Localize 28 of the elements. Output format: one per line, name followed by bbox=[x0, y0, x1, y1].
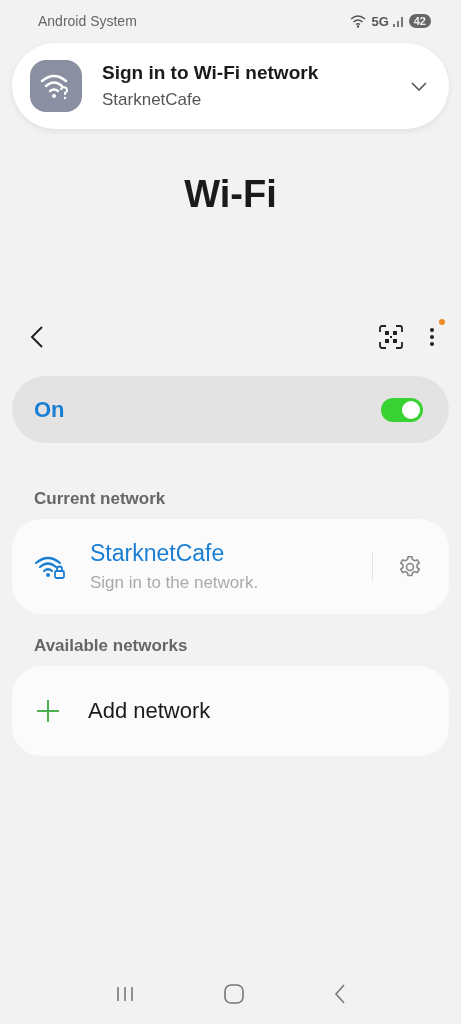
notification-card[interactable]: Sign in to Wi-Fi network StarknetCafe bbox=[12, 43, 449, 129]
home-icon bbox=[224, 984, 245, 1004]
network-name: StarknetCafe bbox=[90, 540, 226, 567]
home-button[interactable] bbox=[222, 982, 247, 1006]
section-heading: Current network bbox=[34, 489, 167, 509]
section-heading: Available networks bbox=[34, 636, 189, 656]
network-status: Sign in to the network. bbox=[90, 573, 260, 593]
notification-source: Android System bbox=[38, 13, 137, 29]
network-type: 5G bbox=[371, 13, 389, 29]
back-icon bbox=[334, 984, 347, 1004]
add-network-row[interactable]: Add network bbox=[12, 666, 449, 756]
notification-title: Sign in to Wi-Fi network bbox=[102, 62, 320, 84]
back-icon bbox=[30, 325, 44, 349]
switch-label: On bbox=[34, 396, 65, 423]
notification-subtitle: StarknetCafe bbox=[102, 90, 203, 110]
toggle-switch[interactable] bbox=[381, 397, 423, 422]
add-network-label: Add network bbox=[88, 698, 211, 724]
signal-icon bbox=[391, 15, 406, 27]
plus-icon bbox=[36, 699, 60, 723]
qr-code-icon bbox=[379, 325, 403, 349]
wifi-question-icon bbox=[30, 60, 82, 112]
recents-icon bbox=[114, 986, 135, 1002]
more-icon bbox=[429, 327, 435, 347]
battery-level: 42 bbox=[408, 14, 431, 28]
page-title: Wi-Fi bbox=[184, 173, 277, 216]
network-row[interactable]: StarknetCafe Sign in to the network. bbox=[12, 519, 449, 614]
qr-scan-button[interactable] bbox=[377, 323, 405, 351]
chevron-icon bbox=[411, 81, 427, 91]
